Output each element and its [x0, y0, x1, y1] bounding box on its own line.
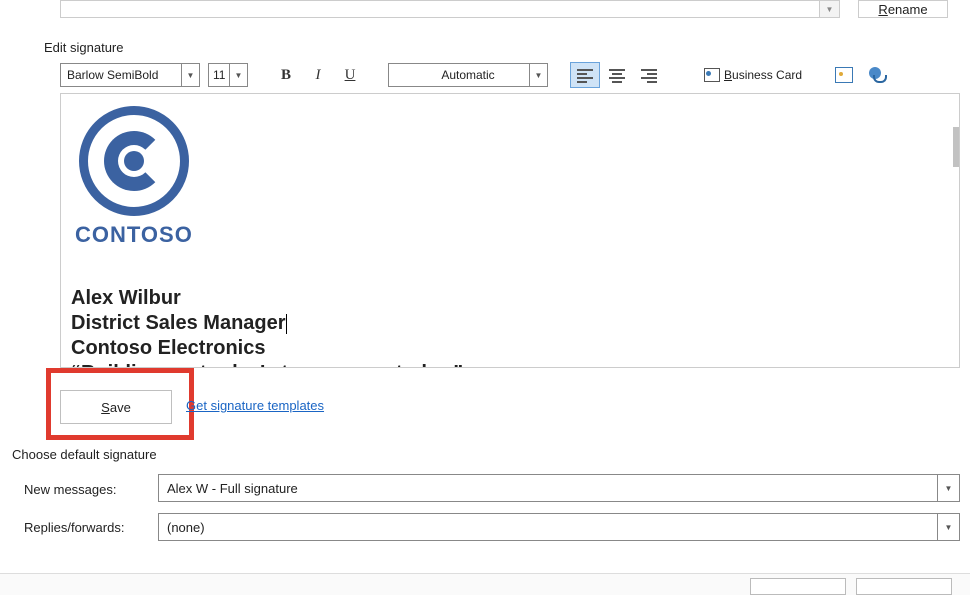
new-messages-select[interactable]: Alex W - Full signature ▼: [158, 474, 960, 502]
font-family-value: Barlow SemiBold: [67, 68, 158, 82]
alignment-group: [570, 62, 664, 88]
signature-editor[interactable]: CONTOSO Alex Wilbur District Sales Manag…: [60, 93, 960, 368]
scrollbar-thumb[interactable]: [953, 127, 960, 167]
rename-button[interactable]: RRenameename: [858, 0, 948, 18]
align-center-button[interactable]: [602, 62, 632, 88]
align-right-button[interactable]: [634, 62, 664, 88]
signature-text: Alex Wilbur District Sales Manager Conto…: [71, 286, 463, 368]
logo: CONTOSO: [75, 106, 193, 248]
bold-button[interactable]: B: [274, 63, 298, 87]
choose-default-label: Choose default signature: [12, 447, 157, 462]
dialog-button-1[interactable]: [750, 578, 846, 595]
chevron-down-icon[interactable]: ▼: [819, 1, 839, 17]
signature-tagline: “Building yesterday’s tomorrow – today.”: [71, 361, 463, 368]
logo-text: CONTOSO: [75, 222, 193, 248]
italic-button[interactable]: I: [306, 63, 330, 87]
font-size-value: 11: [213, 68, 225, 82]
font-size-select[interactable]: 11 ▼: [208, 63, 248, 87]
card-icon: [704, 68, 720, 82]
signature-line-1: Alex Wilbur: [71, 286, 463, 311]
chevron-down-icon[interactable]: ▼: [529, 64, 547, 86]
text-caret: [286, 314, 287, 334]
underline-button[interactable]: U: [338, 63, 362, 87]
insert-hyperlink-button[interactable]: [864, 63, 888, 87]
signature-line-2: District Sales Manager: [71, 312, 286, 334]
font-color-value: Automatic: [441, 68, 494, 82]
business-card-button[interactable]: Business Card Business Card: [700, 63, 806, 87]
image-icon: [835, 67, 853, 83]
dialog-button-2[interactable]: [856, 578, 952, 595]
insert-image-button[interactable]: [832, 63, 856, 87]
formatting-toolbar: Barlow SemiBold ▼ 11 ▼ B I U Automatic ▼…: [60, 62, 888, 88]
signature-name-field[interactable]: ▼: [60, 0, 840, 18]
replies-forwards-label: Replies/forwards:: [24, 520, 124, 535]
new-messages-label: New messages:: [24, 482, 116, 497]
save-button[interactable]: Save Save: [60, 390, 172, 424]
chevron-down-icon[interactable]: ▼: [229, 64, 247, 86]
font-color-select[interactable]: Automatic ▼: [388, 63, 548, 87]
chevron-down-icon[interactable]: ▼: [937, 475, 959, 501]
chevron-down-icon[interactable]: ▼: [181, 64, 199, 86]
replies-forwards-value: (none): [167, 520, 205, 535]
chevron-down-icon[interactable]: ▼: [937, 514, 959, 540]
align-left-button[interactable]: [570, 62, 600, 88]
replies-forwards-select[interactable]: (none) ▼: [158, 513, 960, 541]
font-family-select[interactable]: Barlow SemiBold ▼: [60, 63, 200, 87]
globe-link-icon: [867, 67, 885, 83]
edit-signature-label: Edit signature: [44, 40, 124, 55]
signature-line-3: Contoso Electronics: [71, 336, 463, 361]
get-templates-link[interactable]: Get signature templates: [186, 398, 324, 413]
new-messages-value: Alex W - Full signature: [167, 481, 298, 496]
